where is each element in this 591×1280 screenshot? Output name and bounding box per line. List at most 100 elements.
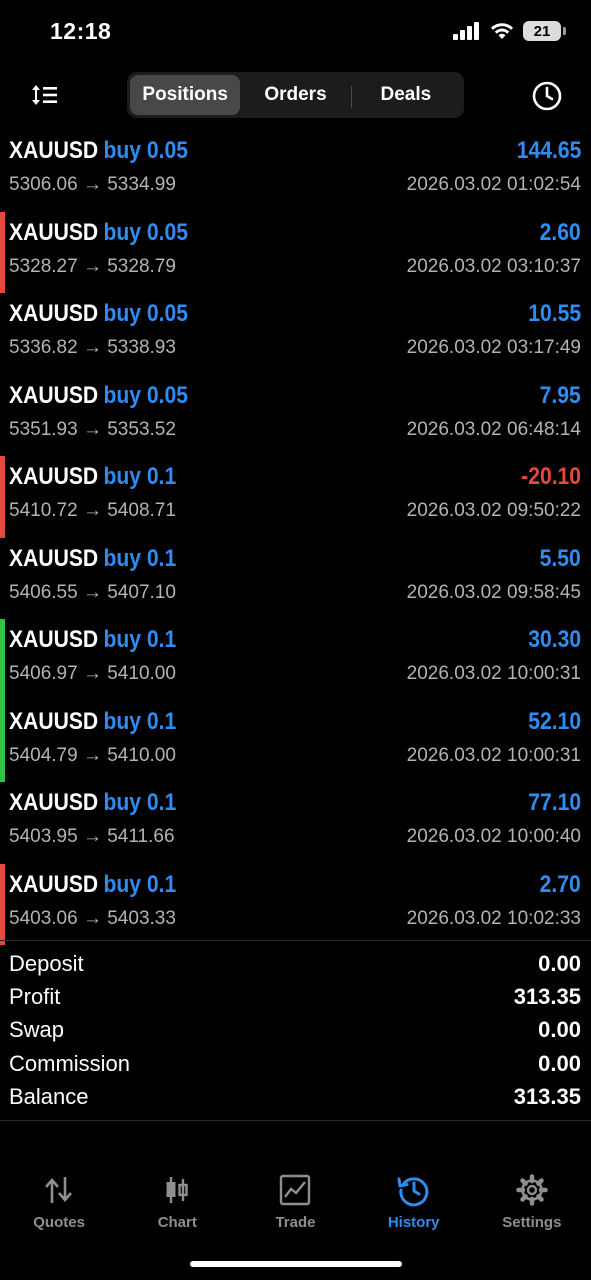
summary-deposit: Deposit 0.00 bbox=[0, 947, 591, 980]
status-icons: 21 bbox=[453, 21, 566, 41]
segment-divider bbox=[350, 86, 352, 108]
tab-quotes[interactable]: Quotes bbox=[0, 1162, 118, 1242]
deal-profit: 10.55 bbox=[528, 300, 581, 327]
deal-symbol: XAUUSD bbox=[9, 789, 99, 816]
deal-prices: 5336.82 → 5338.93 bbox=[9, 337, 176, 358]
deal-row[interactable]: XAUUSD buy 0.1 5.50 5406.55 → 5407.10 2026.0… bbox=[0, 538, 591, 620]
tab-label: Trade bbox=[275, 1214, 316, 1231]
deal-profit: 5.50 bbox=[539, 544, 581, 572]
deal-title: XAUUSD buy 0.1 bbox=[9, 463, 176, 491]
deal-side: buy 0.05 bbox=[103, 300, 188, 327]
status-bar: 12:18 21 bbox=[0, 0, 591, 64]
deal-title: XAUUSD buy 0.1 bbox=[9, 871, 176, 899]
deal-time: 2026.03.02 03:17:49 bbox=[406, 337, 581, 358]
deal-symbol: XAUUSD bbox=[9, 218, 99, 246]
sort-icon[interactable] bbox=[26, 78, 64, 112]
tab-label: Settings bbox=[502, 1214, 562, 1231]
deal-prices: 5406.97 → 5410.00 bbox=[9, 663, 176, 684]
deal-side: buy 0.05 bbox=[103, 218, 188, 246]
deal-row[interactable]: XAUUSD buy 0.05 10.55 5336.82 → 5338.93 2026… bbox=[0, 293, 591, 375]
deal-symbol: XAUUSD bbox=[9, 381, 99, 409]
summary-label: Deposit bbox=[9, 950, 84, 976]
summary-balance: Balance 313.35 bbox=[0, 1080, 591, 1113]
deal-title: XAUUSD buy 0.05 bbox=[9, 219, 188, 247]
deal-profit: 2.60 bbox=[539, 218, 581, 246]
deal-prices: 5306.06 → 5334.99 bbox=[9, 174, 176, 195]
deal-marker-bar bbox=[0, 211, 5, 293]
deal-profit: 2.70 bbox=[539, 870, 581, 898]
summary-value: 0.00 bbox=[538, 1017, 581, 1043]
tab-label: Quotes bbox=[33, 1214, 85, 1231]
deal-time: 2026.03.02 06:48:14 bbox=[406, 418, 581, 440]
tab-orders[interactable]: Orders bbox=[240, 75, 350, 115]
deal-side: buy 0.1 bbox=[103, 626, 177, 653]
tab-settings[interactable]: Settings bbox=[473, 1162, 591, 1242]
deal-symbol: XAUUSD bbox=[9, 463, 99, 490]
summary-label: Swap bbox=[9, 1017, 65, 1043]
tab-trade[interactable]: Trade bbox=[236, 1162, 354, 1242]
deal-time: 2026.03.02 03:10:37 bbox=[406, 255, 581, 277]
deal-prices: 5403.06 → 5403.33 bbox=[9, 907, 176, 929]
deal-profit: 30.30 bbox=[528, 626, 581, 653]
tab-history[interactable]: History bbox=[355, 1162, 473, 1242]
deal-symbol: XAUUSD bbox=[9, 870, 99, 898]
deal-row[interactable]: XAUUSD buy 0.1 30.30 5406.97 → 5410.00 2026.… bbox=[0, 619, 591, 701]
deal-prices: 5351.93 → 5353.52 bbox=[9, 418, 176, 440]
deal-row[interactable]: XAUUSD buy 0.1 -20.10 5410.72 → 5408.71 2026… bbox=[0, 456, 591, 538]
deal-time: 2026.03.02 10:00:31 bbox=[406, 663, 581, 684]
battery-icon: 21 bbox=[523, 21, 566, 41]
divider bbox=[0, 940, 591, 941]
status-time: 12:18 bbox=[50, 18, 112, 44]
summary-label: Balance bbox=[9, 1083, 89, 1109]
deal-time: 2026.03.02 09:58:45 bbox=[406, 581, 581, 603]
gear-icon bbox=[514, 1172, 550, 1208]
toolbar: Positions Orders Deals bbox=[0, 68, 591, 122]
summary-value: 313.35 bbox=[513, 1083, 581, 1109]
summary: Deposit 0.00 Profit 313.35 Swap 0.00 Com… bbox=[0, 947, 591, 1113]
summary-value: 0.00 bbox=[538, 1050, 581, 1076]
deals-list: XAUUSD buy 0.05 144.65 5306.06 → 5334.99 202… bbox=[0, 130, 591, 945]
tab-chart[interactable]: Chart bbox=[118, 1162, 236, 1242]
deal-prices: 5404.79 → 5410.00 bbox=[9, 744, 176, 766]
deal-row[interactable]: XAUUSD buy 0.05 144.65 5306.06 → 5334.99 202… bbox=[0, 130, 591, 212]
deal-symbol: XAUUSD bbox=[9, 544, 99, 572]
deal-side: buy 0.05 bbox=[103, 381, 188, 409]
deal-symbol: XAUUSD bbox=[9, 300, 99, 327]
deal-title: XAUUSD buy 0.1 bbox=[9, 626, 176, 654]
summary-value: 313.35 bbox=[513, 983, 581, 1009]
deal-title: XAUUSD buy 0.1 bbox=[9, 789, 176, 817]
tab-label: Chart bbox=[157, 1214, 197, 1231]
deal-title: XAUUSD buy 0.05 bbox=[9, 382, 188, 410]
deal-prices: 5406.55 → 5407.10 bbox=[9, 581, 176, 603]
deal-time: 2026.03.02 10:00:31 bbox=[406, 744, 581, 766]
deal-title: XAUUSD buy 0.05 bbox=[9, 137, 188, 165]
deal-profit: 144.65 bbox=[516, 137, 581, 164]
deal-row[interactable]: XAUUSD buy 0.1 2.70 5403.06 → 5403.33 2026.0… bbox=[0, 863, 591, 945]
deal-row[interactable]: XAUUSD buy 0.1 52.10 5404.79 → 5410.00 2026.… bbox=[0, 700, 591, 782]
deal-prices: 5403.95 → 5411.66 bbox=[9, 826, 175, 847]
deal-row[interactable]: XAUUSD buy 0.1 77.10 5403.95 → 5411.66 2026.… bbox=[0, 782, 591, 864]
summary-profit: Profit 313.35 bbox=[0, 980, 591, 1013]
trade-chart-icon bbox=[277, 1172, 313, 1208]
deal-side: buy 0.1 bbox=[103, 870, 177, 898]
summary-value: 0.00 bbox=[538, 950, 581, 976]
deal-marker-bar bbox=[0, 700, 5, 782]
tab-positions[interactable]: Positions bbox=[130, 75, 241, 115]
deal-title: XAUUSD buy 0.1 bbox=[9, 545, 176, 573]
clock-icon[interactable] bbox=[529, 78, 565, 114]
quotes-icon bbox=[41, 1172, 77, 1208]
deal-symbol: XAUUSD bbox=[9, 137, 99, 164]
history-icon bbox=[396, 1172, 432, 1208]
deal-time: 2026.03.02 01:02:54 bbox=[406, 174, 581, 195]
deal-prices: 5328.27 → 5328.79 bbox=[9, 255, 176, 277]
divider bbox=[0, 1120, 591, 1121]
deal-time: 2026.03.02 09:50:22 bbox=[406, 500, 581, 521]
summary-commission: Commission 0.00 bbox=[0, 1047, 591, 1080]
deal-row[interactable]: XAUUSD buy 0.05 2.60 5328.27 → 5328.79 2026.… bbox=[0, 211, 591, 293]
tab-deals[interactable]: Deals bbox=[350, 75, 461, 115]
deal-side: buy 0.1 bbox=[103, 789, 177, 816]
cellular-signal-icon bbox=[453, 22, 479, 40]
deal-profit: 52.10 bbox=[528, 707, 581, 735]
deal-row[interactable]: XAUUSD buy 0.05 7.95 5351.93 → 5353.52 2026.… bbox=[0, 375, 591, 457]
tab-label: History bbox=[387, 1214, 440, 1231]
